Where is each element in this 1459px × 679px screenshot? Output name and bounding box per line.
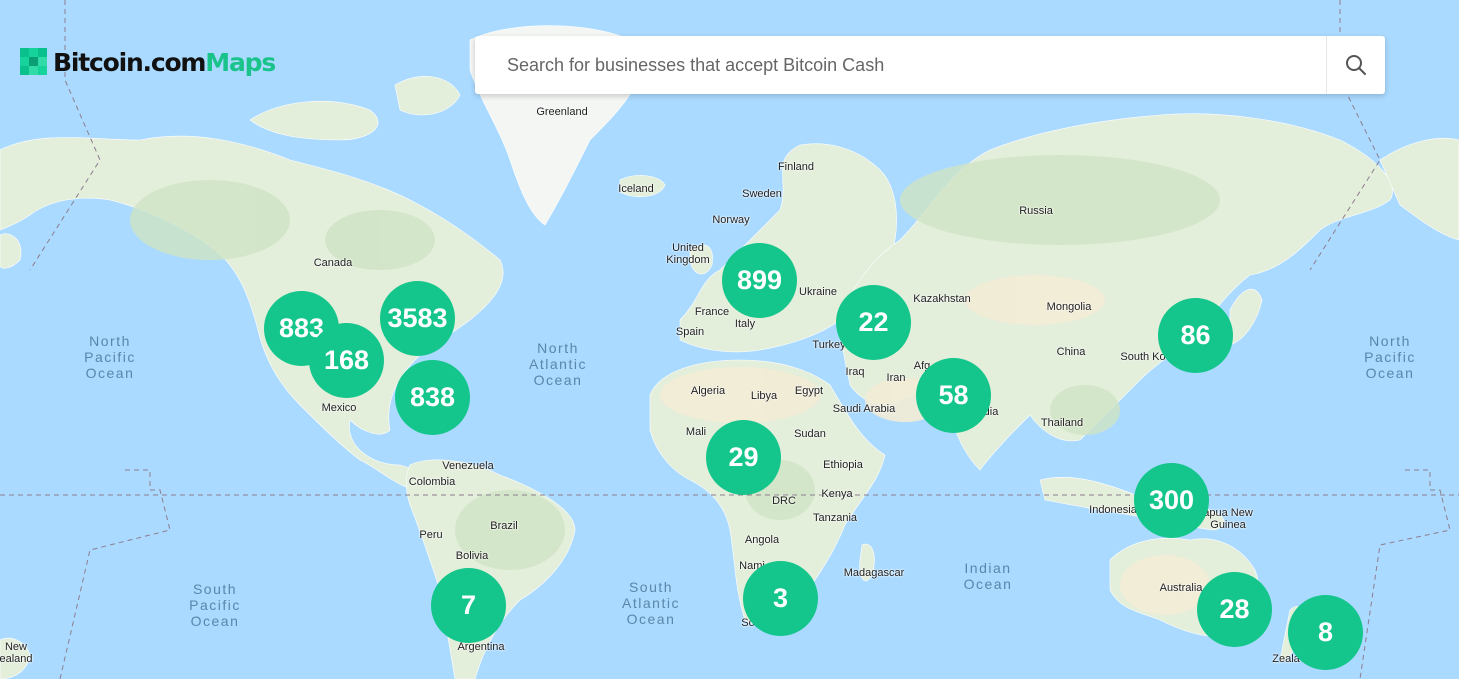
label-sweden: Sweden	[742, 188, 782, 200]
bitcoin-com-maps-logo[interactable]: Bitcoin.comMaps	[20, 46, 276, 78]
label-north-pacific-ocean-left: North Pacific Ocean	[84, 333, 136, 381]
cluster-marker[interactable]: 7	[431, 568, 506, 643]
cluster-marker[interactable]: 29	[706, 420, 781, 495]
search-bar	[475, 36, 1385, 94]
label-algeria: Algeria	[690, 385, 726, 397]
label-iceland: Iceland	[618, 183, 654, 195]
search-button[interactable]	[1326, 36, 1385, 94]
cluster-marker[interactable]: 28	[1197, 572, 1272, 647]
label-bolivia: Bolivia	[455, 550, 489, 562]
label-peru: Peru	[419, 529, 443, 541]
label-iraq: Iraq	[845, 366, 865, 378]
label-iran: Iran	[886, 372, 906, 384]
label-australia: Australia	[1159, 582, 1203, 594]
search-input[interactable]	[475, 36, 1326, 94]
label-saudi-arabia: Saudi Arabia	[832, 403, 896, 415]
label-spain: Spain	[675, 326, 705, 338]
cluster-marker[interactable]: 58	[916, 358, 991, 433]
label-norway: Norway	[712, 214, 750, 226]
cluster-marker[interactable]: 3	[743, 561, 818, 636]
label-ukraine: Ukraine	[799, 286, 837, 298]
label-angola: Angola	[744, 534, 780, 546]
logo-icon	[20, 48, 48, 76]
label-kenya: Kenya	[821, 488, 853, 500]
label-north-atlantic-ocean: North Atlantic Ocean	[529, 340, 587, 388]
world-map[interactable]: Greenland Iceland Finland Sweden Norway …	[0, 0, 1459, 679]
label-new-zealand-left: New ealand	[0, 641, 33, 665]
label-south-pacific-ocean: South Pacific Ocean	[189, 581, 241, 629]
cluster-marker[interactable]: 168	[309, 323, 384, 398]
label-brazil: Brazil	[490, 520, 518, 532]
label-papua-new-guinea: apua New Guinea	[1203, 507, 1253, 531]
label-france: France	[694, 306, 730, 318]
label-egypt: Egypt	[794, 385, 824, 397]
label-russia: Russia	[1019, 205, 1053, 217]
label-south-korea: South Ko	[1120, 351, 1166, 363]
label-indonesia: Indonesia	[1089, 504, 1137, 516]
label-indian-ocean: Indian Ocean	[963, 560, 1013, 592]
label-venezuela: Venezuela	[442, 460, 494, 472]
cluster-marker[interactable]: 899	[722, 243, 797, 318]
label-finland: Finland	[777, 161, 815, 173]
logo-text: Bitcoin.comMaps	[53, 47, 276, 77]
cluster-marker[interactable]: 22	[836, 285, 911, 360]
label-united-kingdom: United Kingdom	[666, 242, 710, 266]
label-drc: DRC	[772, 495, 796, 507]
label-north-pacific-ocean-right: North Pacific Ocean	[1364, 333, 1416, 381]
label-greenland: Greenland	[536, 106, 588, 118]
label-mexico: Mexico	[321, 402, 357, 414]
cluster-marker[interactable]: 8	[1288, 595, 1363, 670]
label-libya: Libya	[750, 390, 778, 402]
label-ethiopia: Ethiopia	[823, 459, 863, 471]
label-canada: Canada	[313, 257, 353, 269]
search-icon	[1346, 55, 1366, 75]
cluster-marker[interactable]: 300	[1134, 463, 1209, 538]
cluster-marker[interactable]: 86	[1158, 298, 1233, 373]
cluster-marker[interactable]: 838	[395, 360, 470, 435]
label-tanzania: Tanzania	[812, 512, 858, 524]
label-colombia: Colombia	[408, 476, 456, 488]
label-mali: Mali	[685, 426, 707, 438]
label-kazakhstan: Kazakhstan	[913, 293, 971, 305]
label-thailand: Thailand	[1040, 417, 1084, 429]
label-madagascar: Madagascar	[843, 567, 905, 579]
label-south-atlantic-ocean: South Atlantic Ocean	[622, 579, 680, 627]
logo-text-bitcoin: Bitcoin.com	[53, 47, 206, 77]
label-italy: Italy	[734, 318, 756, 330]
label-sudan: Sudan	[794, 428, 826, 440]
cluster-marker[interactable]: 3583	[380, 281, 455, 356]
logo-text-maps: Maps	[205, 47, 276, 77]
label-china: China	[1056, 346, 1086, 358]
label-mongolia: Mongolia	[1046, 301, 1092, 313]
